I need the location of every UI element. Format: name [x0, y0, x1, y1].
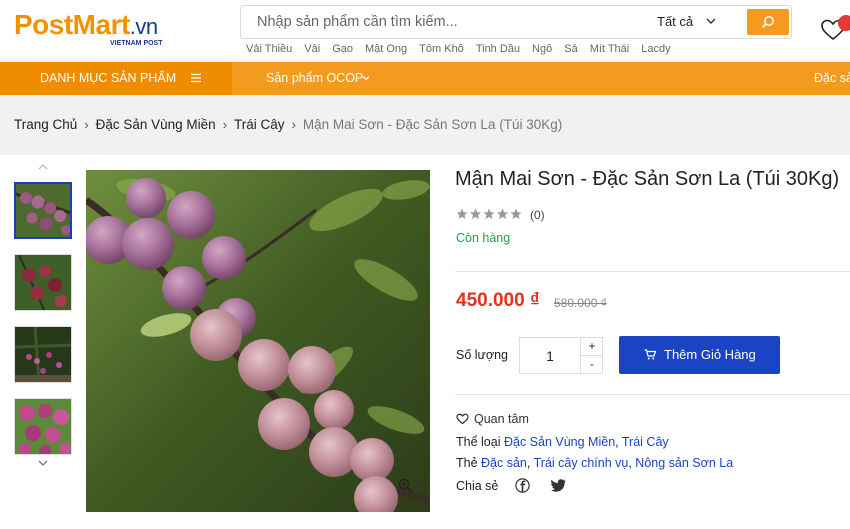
quantity-increase-button[interactable]: + — [580, 338, 603, 356]
breadcrumb-separator: › — [84, 117, 89, 132]
category-label: Thể loại — [456, 435, 501, 449]
logo-suffix: .vn — [129, 14, 158, 39]
share-label: Chia sẻ — [456, 479, 499, 493]
chevron-up-icon[interactable] — [36, 162, 50, 172]
top-bar: PostMart.vn VIETNAM POST Tất cả Vải Thiề… — [0, 0, 850, 62]
chevron-down-icon[interactable] — [361, 73, 371, 83]
breadcrumb-category[interactable]: Đặc Sản Vùng Miền — [96, 117, 216, 132]
breadcrumb: Trang Chủ › Đặc Sản Vùng Miền › Trái Cây › Mận… — [14, 117, 562, 132]
plum-thumbnail-image — [15, 327, 71, 382]
category-link[interactable]: Trái Cây — [622, 435, 669, 449]
favorite-button[interactable]: Quan tâm — [456, 412, 529, 426]
breadcrumb-subcategory[interactable]: Trái Cây — [234, 117, 285, 132]
quick-link[interactable]: Tinh Dầu — [476, 43, 520, 55]
quick-link[interactable]: Lacdy — [641, 43, 670, 55]
quick-link[interactable]: Tôm Khô — [419, 43, 464, 55]
product-thumbnail[interactable] — [14, 254, 72, 311]
quantity-decrease-button[interactable]: - — [580, 356, 603, 373]
quick-link[interactable]: Mật Ong — [365, 43, 407, 55]
rating-stars — [456, 208, 522, 219]
wishlist-count-badge — [838, 15, 850, 31]
twitter-icon[interactable] — [551, 479, 566, 492]
logo-tagline: VIETNAM POST — [110, 40, 163, 47]
category-link[interactable]: Đặc Sản Vùng Miền — [504, 435, 615, 449]
search-button[interactable] — [747, 9, 789, 35]
quick-links: Vải Thiều Vải Gạo Mật Ong Tôm Khô Tinh Dầu Ngô… — [246, 43, 683, 57]
main-product-image[interactable] — [86, 170, 430, 512]
product-thumbnail[interactable] — [14, 182, 72, 239]
quantity-input[interactable] — [521, 339, 579, 372]
quick-link[interactable]: Sả — [564, 43, 577, 55]
search-category-select[interactable]: Tất cả — [657, 14, 693, 29]
breadcrumb-current: Mận Mai Sơn - Đặc Sản Sơn La (Túi 30Kg) — [302, 117, 563, 132]
plum-thumbnail-image — [15, 399, 71, 454]
plum-thumbnail-image — [16, 184, 70, 237]
logo-text: PostMart — [14, 9, 130, 40]
search-input[interactable] — [247, 10, 627, 34]
heart-icon — [456, 413, 469, 425]
add-to-cart-label: Thêm Giỏ Hàng — [664, 347, 756, 362]
main-nav: DANH MỤC SẢN PHẨM Sản phẩm OCOP Đặc sả — [0, 62, 850, 95]
breadcrumb-separator: › — [291, 117, 296, 132]
quick-link[interactable]: Ngô — [532, 43, 552, 55]
category-menu-button[interactable]: DANH MỤC SẢN PHẨM — [0, 62, 232, 95]
category-menu-label: DANH MỤC SẢN PHẨM — [40, 71, 177, 85]
divider — [455, 394, 850, 395]
divider — [455, 271, 850, 272]
menu-icon — [191, 73, 201, 83]
quantity-stepper: + - — [519, 337, 603, 374]
tag-link[interactable]: Nông sản Sơn La — [635, 456, 733, 470]
nav-dacsan-link[interactable]: Đặc sả — [814, 71, 850, 85]
zoom-icon[interactable] — [398, 478, 413, 493]
stock-status: Còn hàng — [456, 231, 511, 245]
product-thumbnail[interactable] — [14, 398, 72, 455]
breadcrumb-separator: › — [222, 117, 228, 132]
original-price: 580.000 ₫ — [554, 296, 607, 310]
search-icon — [761, 16, 774, 29]
add-to-cart-button[interactable]: Thêm Giỏ Hàng — [619, 336, 780, 374]
product-thumbnail[interactable] — [14, 326, 72, 383]
chevron-down-icon[interactable] — [704, 14, 718, 28]
breadcrumb-bar: Trang Chủ › Đặc Sản Vùng Miền › Trái Cây › Mận… — [0, 95, 850, 155]
favorite-label: Quan tâm — [474, 412, 529, 426]
search-box: Tất cả — [240, 5, 792, 39]
tag-label: Thẻ — [456, 456, 478, 470]
tag-row: Thẻ Đặc sản, Trái cây chính vụ, Nông sản… — [456, 456, 734, 470]
review-count[interactable]: (0) — [530, 208, 545, 222]
facebook-icon[interactable] — [515, 478, 530, 493]
tag-link[interactable]: Trái cây chính vụ — [534, 456, 629, 470]
nav-ocop-link[interactable]: Sản phẩm OCOP — [266, 71, 363, 85]
quick-link[interactable]: Gạo — [332, 43, 353, 55]
product-title: Mận Mai Sơn - Đặc Sản Sơn La (Túi 30Kg) — [455, 168, 840, 190]
plum-branch-photo — [86, 170, 430, 512]
breadcrumb-home[interactable]: Trang Chủ — [14, 117, 77, 132]
category-row: Thể loại Đặc Sản Vùng Miền, Trái Cây — [456, 435, 669, 449]
quantity-label: Số lượng — [456, 348, 509, 362]
current-price: 450.000 ₫ — [456, 290, 540, 311]
quick-link[interactable]: Vải — [304, 43, 320, 55]
quick-link[interactable]: Vải Thiều — [246, 43, 292, 55]
wishlist-button[interactable] — [820, 15, 850, 44]
plum-thumbnail-image — [15, 255, 71, 310]
tag-link[interactable]: Đặc sản — [481, 456, 527, 470]
chevron-down-icon[interactable] — [36, 458, 50, 468]
postmart-logo[interactable]: PostMart.vn VIETNAM POST — [14, 10, 204, 50]
cart-icon — [644, 349, 656, 360]
quick-link[interactable]: Mít Thái — [590, 43, 630, 55]
